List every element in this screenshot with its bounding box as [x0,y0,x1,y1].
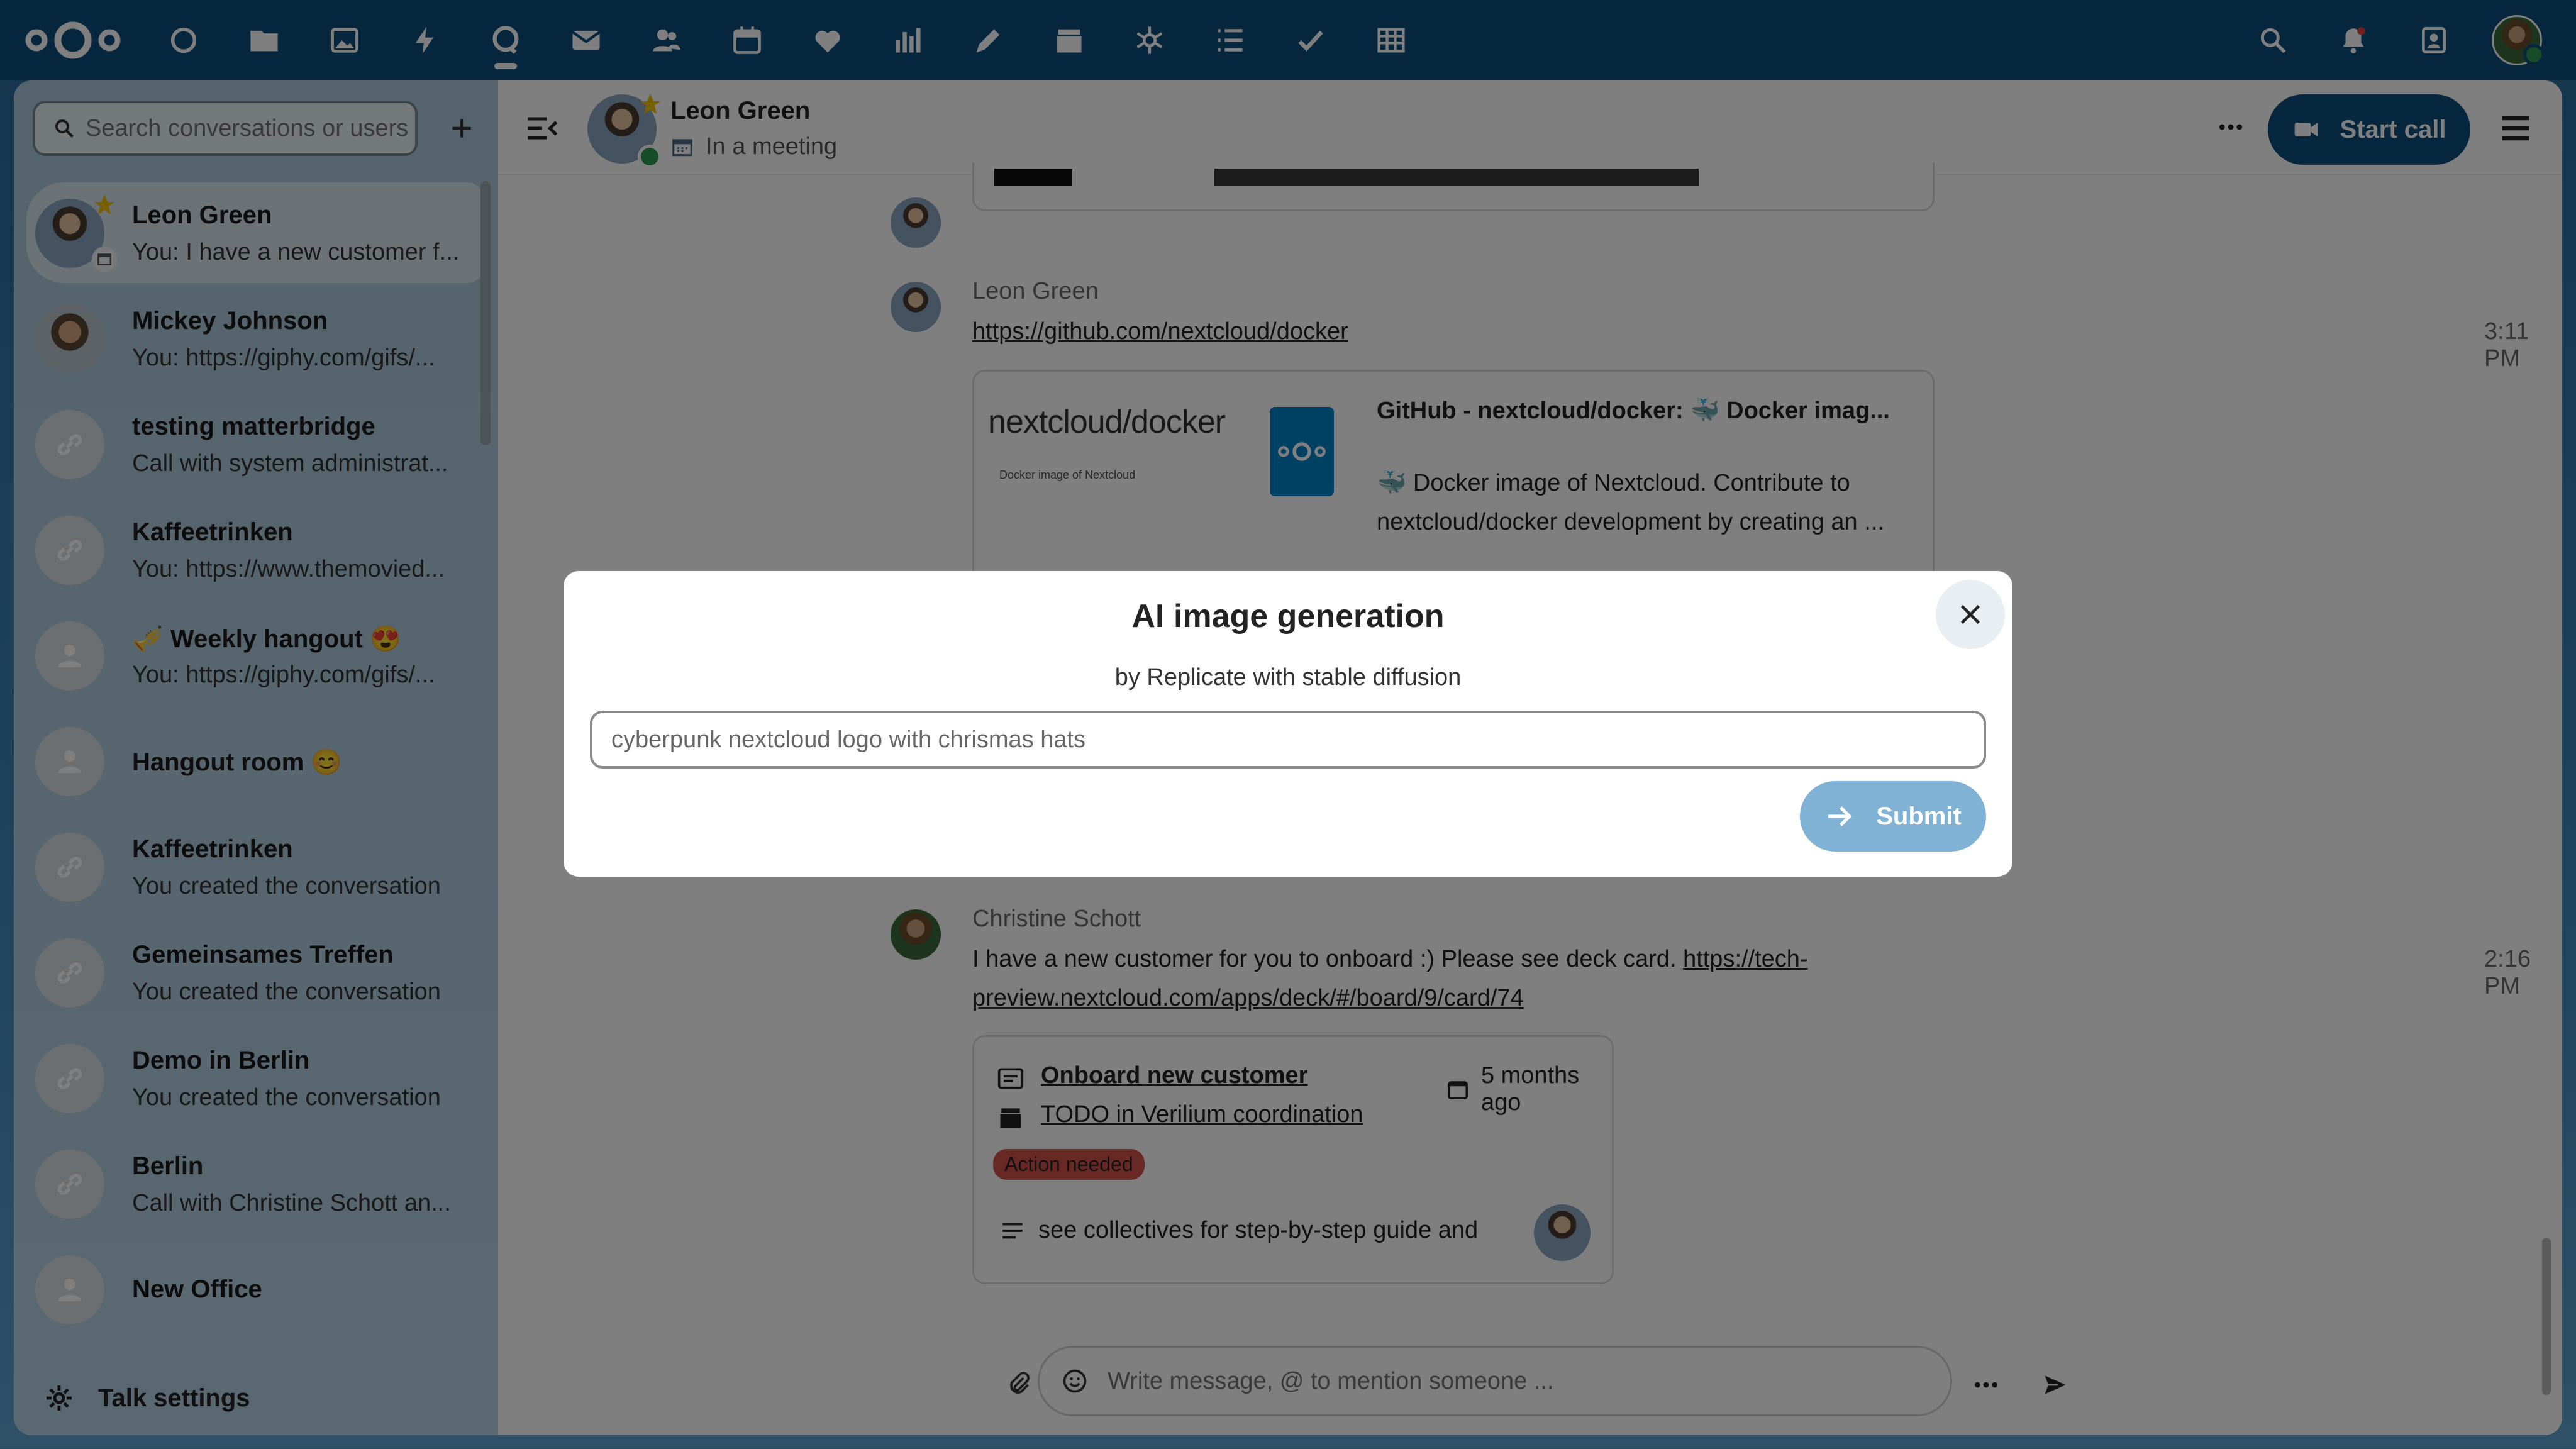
dialog-subtitle: by Replicate with stable diffusion [1114,664,1462,691]
close-button[interactable] [1936,580,2005,649]
ai-image-generation-dialog: AI image generation by Replicate with st… [564,571,2012,877]
dialog-title: AI image generation [1131,598,1445,635]
submit-label: Submit [1876,802,1962,830]
close-icon [1960,604,1980,625]
arrow-right-icon [1828,806,1852,826]
prompt-input[interactable] [590,711,1986,769]
submit-button[interactable]: Submit [1800,781,1986,852]
